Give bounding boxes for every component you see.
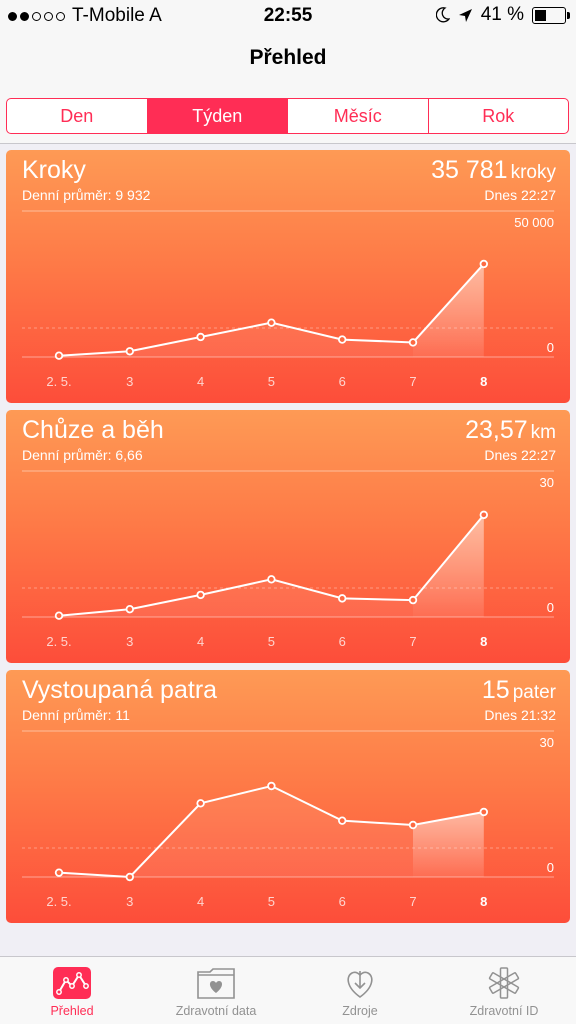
battery-icon bbox=[532, 6, 570, 24]
moon-icon bbox=[435, 7, 450, 23]
y-max-label: 30 bbox=[540, 735, 554, 750]
x-tick-label: 2. 5. bbox=[46, 894, 71, 909]
x-tick-label: 5 bbox=[268, 634, 275, 649]
data-point bbox=[408, 338, 418, 347]
location-arrow-icon bbox=[458, 8, 472, 22]
data-point bbox=[125, 872, 134, 882]
flights-climbed-card[interactable]: Vystoupaná patra Denní průměr: 11 15 pate… bbox=[6, 670, 570, 923]
x-tick-label: 3 bbox=[126, 894, 133, 909]
segment-bar: Den Týden Měsíc Rok bbox=[0, 87, 576, 144]
data-point bbox=[267, 575, 276, 584]
flights-climbed-chart: 30 0 2. 5. 3 4 5 6 7 8 bbox=[22, 730, 554, 909]
series-area bbox=[59, 786, 484, 877]
series-area bbox=[59, 514, 484, 617]
tab-health-data[interactable]: Zdravotní data bbox=[144, 957, 288, 1024]
tab-label: Zdroje bbox=[342, 1004, 378, 1018]
tab-label: Zdravotní ID bbox=[469, 1004, 539, 1018]
y-min-label: 0 bbox=[547, 860, 554, 875]
data-point bbox=[125, 604, 134, 614]
x-tick-label: 8 bbox=[480, 374, 487, 389]
data-point bbox=[125, 347, 134, 356]
sources-download-icon bbox=[340, 965, 380, 1001]
tab-overview[interactable]: Přehled bbox=[0, 957, 144, 1024]
data-point bbox=[54, 611, 64, 620]
overview-chart-icon bbox=[52, 965, 92, 1001]
x-tick-label: 4 bbox=[197, 634, 204, 649]
x-tick-label: 8 bbox=[480, 634, 487, 649]
data-point bbox=[338, 816, 347, 825]
data-point bbox=[196, 799, 205, 808]
tab-label: Přehled bbox=[50, 1004, 94, 1018]
x-tick-label: 7 bbox=[409, 634, 416, 649]
segment-day[interactable]: Den bbox=[7, 99, 148, 133]
x-tick-label: 7 bbox=[409, 374, 416, 389]
tab-medical-id[interactable]: Zdravotní ID bbox=[432, 957, 576, 1024]
y-max-label: 30 bbox=[540, 475, 554, 490]
data-point bbox=[54, 868, 64, 877]
x-tick-label: 8 bbox=[480, 894, 487, 909]
status-bar: T-Mobile A 22:55 41 % bbox=[0, 0, 576, 32]
health-data-folder-icon bbox=[196, 965, 236, 1001]
segment-week[interactable]: Týden bbox=[147, 99, 288, 133]
data-point bbox=[196, 332, 205, 342]
x-tick-label: 2. 5. bbox=[46, 374, 71, 389]
data-point bbox=[408, 820, 418, 830]
data-point bbox=[54, 351, 64, 360]
data-point bbox=[479, 259, 488, 269]
status-right: 41 % bbox=[435, 4, 570, 26]
y-max-label: 50 000 bbox=[514, 215, 554, 230]
data-point bbox=[196, 590, 205, 600]
steps-card[interactable]: Kroky Denní průměr: 9 932 35 781 kroky Dn… bbox=[6, 150, 570, 403]
y-min-label: 0 bbox=[547, 600, 554, 615]
steps-chart: 50 000 0 2. 5. 3 4 5 6 7 8 bbox=[22, 210, 554, 389]
x-tick-label: 4 bbox=[197, 894, 204, 909]
data-point bbox=[479, 807, 488, 817]
data-point bbox=[479, 510, 488, 520]
navigation-bar: Přehled bbox=[0, 32, 576, 87]
walking-running-card[interactable]: Chůze a běh Denní průměr: 6,66 23,57 km D… bbox=[6, 410, 570, 663]
page-title: Přehled bbox=[249, 46, 327, 69]
x-tick-label: 3 bbox=[126, 634, 133, 649]
medical-id-asterisk-icon bbox=[484, 965, 524, 1001]
segment-year[interactable]: Rok bbox=[429, 99, 569, 133]
data-point bbox=[408, 595, 418, 605]
series-area bbox=[59, 263, 484, 357]
walking-running-chart: 30 0 2. 5. 3 4 5 6 7 8 bbox=[22, 470, 554, 649]
data-point bbox=[267, 318, 276, 327]
x-tick-label: 3 bbox=[126, 374, 133, 389]
tab-bar: Přehled Zdravotní data Zdroje Zdravotní … bbox=[0, 956, 576, 1024]
battery-percent: 41 % bbox=[480, 4, 524, 25]
x-tick-label: 2. 5. bbox=[46, 634, 71, 649]
segment-month[interactable]: Měsíc bbox=[288, 99, 429, 133]
data-point bbox=[338, 594, 347, 603]
x-tick-label: 7 bbox=[409, 894, 416, 909]
x-tick-label: 4 bbox=[197, 374, 204, 389]
x-tick-label: 6 bbox=[339, 374, 346, 389]
y-min-label: 0 bbox=[547, 340, 554, 355]
data-point bbox=[338, 335, 347, 344]
tab-sources[interactable]: Zdroje bbox=[288, 957, 432, 1024]
tab-label: Zdravotní data bbox=[175, 1004, 257, 1018]
period-segmented-control: Den Týden Měsíc Rok bbox=[6, 98, 569, 134]
x-tick-label: 5 bbox=[268, 894, 275, 909]
data-point bbox=[267, 781, 276, 791]
x-tick-label: 5 bbox=[268, 374, 275, 389]
x-tick-label: 6 bbox=[339, 634, 346, 649]
x-tick-label: 6 bbox=[339, 894, 346, 909]
